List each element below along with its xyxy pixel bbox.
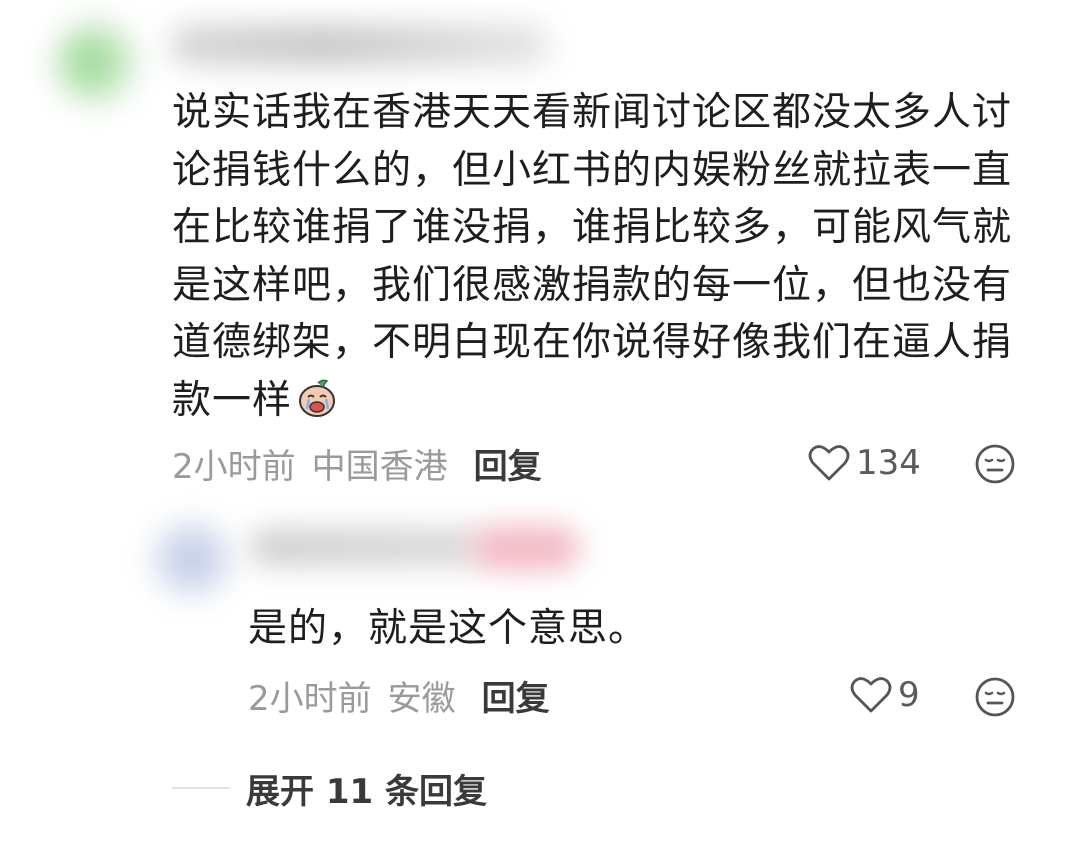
reply-avatar[interactable] [150,520,234,598]
reply-location: 安徽 [387,678,456,719]
dislike-button[interactable] [974,443,1016,485]
comment-text: 说实话我在香港天天看新闻讨论区都没太多人讨论捐钱什么的，但小红书的内娱粉丝就拉表… [172,90,1013,423]
expand-replies-button[interactable]: 展开 11 条回复 [172,764,487,812]
like-count: 134 [856,443,921,483]
reply-body: 是的，就是这个意思。 [248,606,649,651]
reply-author-tag-blurred [470,526,580,570]
reply-meta: 2小时前 安徽 回复 [248,670,550,720]
like-button[interactable]: 134 [808,438,921,488]
comment-meta: 2小时前 中国香港 回复 [172,438,542,488]
avatar[interactable] [52,18,140,106]
reply-dislike-button[interactable] [974,676,1016,718]
neutral-face-icon [975,444,1015,484]
reply-reply-button[interactable]: 回复 [482,671,550,720]
reply-time: 2小时前 [248,678,372,719]
heart-outline-icon [850,677,892,713]
comment-time: 2小时前 [172,446,296,487]
comment-section: 说实话我在香港天天看新闻讨论区都没太多人讨论捐钱什么的，但小红书的内娱粉丝就拉表… [0,0,1080,844]
comment-location: 中国香港 [311,446,448,487]
heart-outline-icon [808,445,850,481]
reply-like-button[interactable]: 9 [850,670,920,720]
neutral-face-icon [975,677,1015,717]
divider [172,787,230,789]
comment-body: 说实话我在香港天天看新闻讨论区都没太多人讨论捐钱什么的，但小红书的内娱粉丝就拉表… [172,84,1022,429]
reply-button[interactable]: 回复 [474,439,542,488]
reply-username-blurred[interactable] [250,528,480,566]
crying-face-emoji-icon [296,377,338,419]
username-blurred[interactable] [170,24,550,66]
reply-like-count: 9 [898,675,920,715]
expand-replies-label: 展开 11 条回复 [246,771,487,812]
